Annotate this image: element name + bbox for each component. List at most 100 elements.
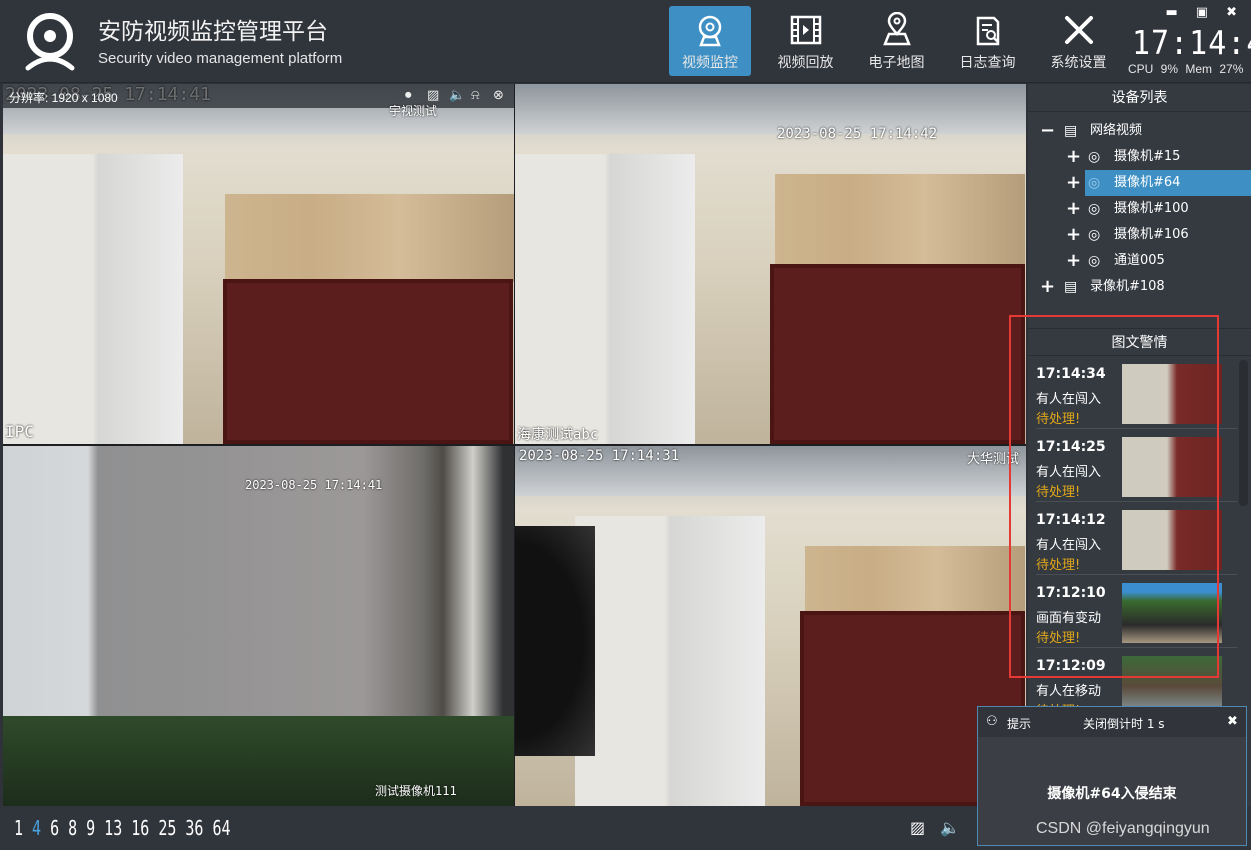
- nav-video-monitor[interactable]: 视频监控: [669, 6, 751, 76]
- alarm-scrollbar[interactable]: [1239, 360, 1248, 506]
- layout-selector: 1 4 6 8 9 13 16 25 36 64: [14, 816, 231, 840]
- osd-label: 海康测试abc: [517, 427, 599, 443]
- expand-icon[interactable]: +: [1066, 248, 1081, 274]
- nav-log-query[interactable]: 日志查询: [942, 6, 1033, 76]
- tile-toolbar: 2023-08-25 17:14:41 分辨率: 1920 x 1080 ⏺ ▨…: [3, 84, 514, 108]
- alarm-desc: 有人在闯入: [1036, 465, 1102, 480]
- camera-icon: ◎: [1088, 175, 1101, 191]
- alarm-snapshot[interactable]: [1122, 583, 1222, 643]
- map-pin-icon: [882, 12, 911, 46]
- video-grid: 2023-08-25 17:14:41 分辨率: 1920 x 1080 ⏺ ▨…: [3, 84, 1026, 806]
- video-tile-2[interactable]: 2023-08-25 17:14:42 海康测试abc: [515, 84, 1026, 444]
- main-nav: 视频监控 视频回放 电子地图 日志查询 系统设置: [669, 6, 1124, 76]
- alarm-time: 17:14:25: [1036, 439, 1106, 455]
- alarm-item[interactable]: 17:12:10 画面有变动 待处理!: [1036, 575, 1237, 648]
- popup-countdown: 关闭倒计时 1 s: [1083, 717, 1165, 731]
- layout-option[interactable]: 1: [14, 816, 23, 840]
- alarm-snapshot[interactable]: [1122, 510, 1222, 570]
- alarm-status: 待处理!: [1036, 412, 1081, 427]
- mute-all-icon[interactable]: 🔈: [940, 818, 960, 837]
- device-tree-item[interactable]: − ▤ 网络视频: [1028, 118, 1251, 144]
- collapse-icon[interactable]: −: [1040, 118, 1055, 144]
- alarm-status: 待处理!: [1036, 631, 1081, 646]
- app-subtitle: Security video management platform: [98, 50, 343, 67]
- layout-option[interactable]: 64: [212, 816, 230, 840]
- layout-option[interactable]: 13: [104, 816, 122, 840]
- record-icon[interactable]: ⏺: [405, 88, 412, 103]
- device-label: 摄像机#106: [1114, 227, 1189, 242]
- osd-timestamp: 2023-08-25 17:14:31: [519, 448, 680, 464]
- device-label: 通道005: [1114, 253, 1165, 268]
- nav-system-settings[interactable]: 系统设置: [1033, 6, 1124, 76]
- nav-label: 系统设置: [1050, 55, 1107, 71]
- alarm-desc: 画面有变动: [1036, 611, 1102, 626]
- nav-label: 视频监控: [682, 55, 738, 71]
- osd-timestamp: 2023-08-25 17:14:41: [245, 478, 383, 492]
- minimize-button[interactable]: ▬: [1166, 5, 1178, 20]
- alarm-list: 17:14:34 有人在闯入 待处理! 17:14:25 有人在闯入 待处理! …: [1028, 356, 1251, 721]
- popup-close-button[interactable]: ✖: [1227, 714, 1238, 729]
- alert-icon: ⚇: [986, 714, 998, 729]
- layout-option[interactable]: 16: [131, 816, 149, 840]
- alarm-time: 17:14:12: [1036, 512, 1106, 528]
- device-label: 摄像机#100: [1114, 201, 1189, 216]
- alarm-desc: 有人在移动: [1036, 684, 1102, 699]
- snapshot-all-icon[interactable]: ▨: [910, 818, 925, 837]
- nvr-icon: ▤: [1064, 123, 1078, 139]
- layout-option[interactable]: 9: [86, 816, 95, 840]
- snapshot-icon[interactable]: ▨: [427, 88, 439, 103]
- alarm-icon[interactable]: ⍾: [471, 88, 480, 103]
- nav-e-map[interactable]: 电子地图: [851, 6, 942, 76]
- close-button[interactable]: ✖: [1226, 5, 1237, 20]
- right-panel: 设备列表 − ▤ 网络视频 + ◎ 摄像机#15 + ◎ 摄像机#64 + ◎ 摄像机…: [1028, 84, 1251, 806]
- tools-icon: [1064, 16, 1093, 44]
- expand-icon[interactable]: +: [1040, 274, 1055, 300]
- video-tile-3[interactable]: 2023-08-25 17:14:41 测试摄像机111: [3, 446, 514, 806]
- device-label: 摄像机#15: [1114, 149, 1181, 164]
- mem-usage: Mem 27%: [1185, 62, 1244, 76]
- layout-option[interactable]: 25: [158, 816, 176, 840]
- document-search-icon: [976, 16, 999, 46]
- alarm-time: 17:12:09: [1036, 658, 1106, 674]
- mute-icon[interactable]: 🔈: [449, 88, 465, 103]
- layout-option[interactable]: 6: [50, 816, 59, 840]
- nav-video-playback[interactable]: 视频回放: [760, 6, 851, 76]
- alarm-item[interactable]: 17:14:25 有人在闯入 待处理!: [1036, 429, 1237, 502]
- alarm-desc: 有人在闯入: [1036, 392, 1102, 407]
- popup-message: 摄像机#64入侵结束: [1047, 786, 1177, 802]
- alarm-time: 17:14:34: [1036, 366, 1106, 382]
- clock: 17:14:41: [1132, 24, 1251, 63]
- video-tile-4[interactable]: 2023-08-25 17:14:31 大华测试: [515, 446, 1026, 806]
- expand-icon[interactable]: +: [1066, 170, 1081, 196]
- alarm-snapshot[interactable]: [1122, 364, 1222, 424]
- nav-label: 视频回放: [777, 55, 834, 71]
- maximize-button[interactable]: ▣: [1196, 5, 1208, 20]
- camera-icon: ◎: [1088, 201, 1101, 217]
- camera-icon: ◎: [1088, 227, 1101, 243]
- cpu-usage: CPU 9%: [1128, 62, 1179, 76]
- device-label: 网络视频: [1090, 123, 1143, 138]
- expand-icon[interactable]: +: [1066, 222, 1081, 248]
- device-tree-item[interactable]: + ◎ 摄像机#106: [1028, 222, 1251, 248]
- layout-option[interactable]: 8: [68, 816, 77, 840]
- device-tree-item[interactable]: + ◎ 通道005: [1028, 248, 1251, 274]
- alarm-snapshot[interactable]: [1122, 437, 1222, 497]
- layout-option[interactable]: 36: [185, 816, 203, 840]
- expand-icon[interactable]: +: [1066, 196, 1081, 222]
- video-tile-1[interactable]: 2023-08-25 17:14:41 分辨率: 1920 x 1080 ⏺ ▨…: [3, 84, 514, 444]
- device-tree-item[interactable]: + ◎ 摄像机#15: [1028, 144, 1251, 170]
- expand-icon[interactable]: +: [1066, 144, 1081, 170]
- system-info: CPU 9% Mem 27%: [1128, 62, 1243, 76]
- layout-option[interactable]: 4: [32, 816, 41, 840]
- camera-icon: ◎: [1088, 149, 1101, 165]
- alarm-item[interactable]: 17:14:12 有人在闯入 待处理!: [1036, 502, 1237, 575]
- device-tree-item[interactable]: + ◎ 摄像机#64: [1066, 170, 1251, 196]
- alarm-desc: 有人在闯入: [1036, 538, 1102, 553]
- alarm-item[interactable]: 17:14:34 有人在闯入 待处理!: [1036, 356, 1237, 429]
- alarm-status: 待处理!: [1036, 558, 1081, 573]
- device-tree-item[interactable]: + ◎ 摄像机#100: [1028, 196, 1251, 222]
- device-tree-item[interactable]: + ▤ 录像机#108: [1028, 274, 1251, 300]
- close-tile-icon[interactable]: ⊗: [493, 88, 504, 103]
- nav-label: 日志查询: [959, 55, 1016, 71]
- device-list-title: 设备列表: [1028, 84, 1251, 112]
